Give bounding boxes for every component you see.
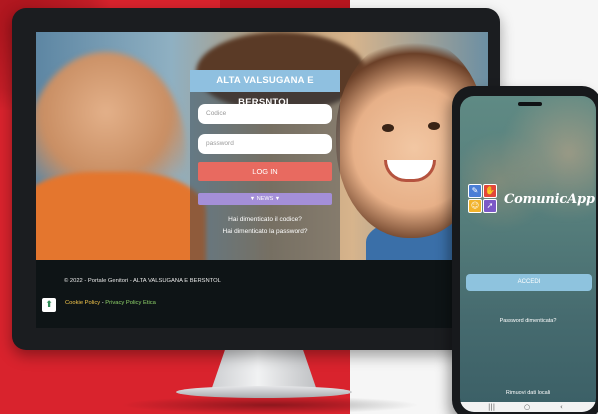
login-button[interactable]: LOG IN (198, 162, 332, 181)
privacy-policy-link[interactable]: Privacy Policy Etica (105, 300, 156, 306)
copyright-text: © 2022 - Portale Genitori - ALTA VALSUGA… (64, 278, 221, 284)
accedi-button[interactable]: ACCEDI (466, 274, 592, 291)
password-input[interactable]: password (198, 134, 332, 154)
site-footer: © 2022 - Portale Genitori - ALTA VALSUGA… (36, 260, 488, 328)
policy-links: Cookie Policy - Privacy Policy Etica (65, 300, 156, 306)
logo-tile-purple: ➚ (483, 199, 497, 213)
monitor-stand-base (176, 386, 352, 398)
photo-shirt-left (36, 172, 206, 260)
cookie-policy-link[interactable]: Cookie Policy (65, 300, 100, 306)
username-input[interactable]: Codice (198, 104, 332, 124)
forgot-password-link[interactable]: Hai dimenticato la password? (190, 228, 340, 235)
login-panel: ALTA VALSUGANA E BERSNTOL Codice passwor… (190, 70, 340, 260)
phone-navigation-bar: ||| ○ ‹ (460, 402, 596, 412)
nav-back-icon[interactable]: ‹ (560, 402, 563, 412)
hero-photo: ALTA VALSUGANA E BERSNTOL Codice passwor… (36, 32, 488, 260)
photo-eye-left (382, 124, 394, 132)
news-toggle-button[interactable]: ▼ NEWS ▼ (198, 193, 332, 205)
remove-local-data-link[interactable]: Rimuovi dati locali (460, 390, 596, 396)
login-title: ALTA VALSUGANA E BERSNTOL (190, 70, 340, 108)
nav-home-icon[interactable]: ○ (524, 402, 530, 412)
forgot-code-link[interactable]: Hai dimenticato il codice? (190, 216, 340, 223)
logo-tile-blue: ✎ (468, 184, 482, 198)
app-name: ComunicApp (504, 192, 595, 207)
app-logo-icon: ✎ ✋ ☺ ➚ (468, 184, 498, 214)
photo-eye-right (428, 122, 440, 130)
desktop-monitor: ALTA VALSUGANA E BERSNTOL Codice passwor… (12, 8, 500, 350)
scroll-top-icon[interactable]: ⬆ (42, 298, 56, 312)
phone-forgot-password-link[interactable]: Password dimenticata? (460, 318, 596, 324)
monitor-shadow (120, 396, 420, 414)
smartphone: ✎ ✋ ☺ ➚ ComunicApp ACCEDI Password dimen… (452, 86, 598, 414)
nav-recent-icon[interactable]: ||| (488, 402, 495, 412)
logo-tile-yellow: ☺ (468, 199, 482, 213)
phone-speaker (518, 102, 542, 106)
monitor-screen: ALTA VALSUGANA E BERSNTOL Codice passwor… (36, 32, 488, 328)
phone-screen: ✎ ✋ ☺ ➚ ComunicApp ACCEDI Password dimen… (460, 96, 596, 412)
logo-tile-red: ✋ (483, 184, 497, 198)
